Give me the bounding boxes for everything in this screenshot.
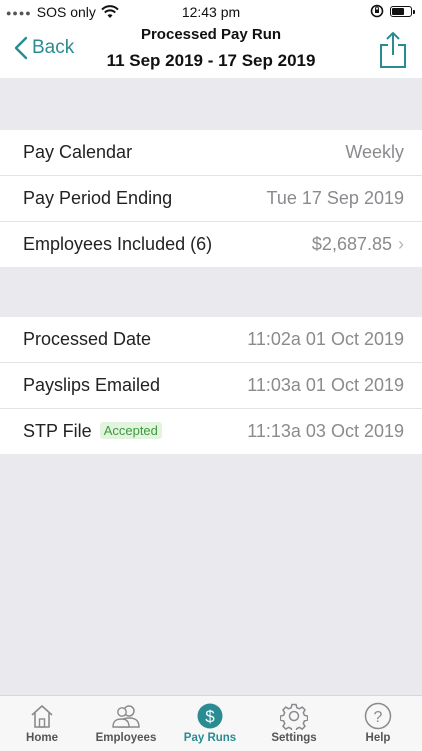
battery-icon (390, 5, 415, 17)
stp-file-row: STP File Accepted 11:13a 03 Oct 2019 (0, 409, 422, 454)
page-title: Processed Pay Run (140, 26, 282, 43)
employees-icon (112, 705, 140, 728)
tab-label: Help (365, 732, 391, 744)
row-value: 11:03a 01 Oct 2019 (247, 375, 404, 395)
row-label: Employees Included (6) (23, 234, 213, 254)
row-value: 11:02a 01 Oct 2019 (247, 329, 404, 349)
nav-bar: Back Processed Pay Run 11 Sep 2019 - 17 … (0, 24, 422, 78)
tab-label: Employees (95, 732, 157, 744)
clock: 12:43 pm (181, 4, 241, 20)
row-label: Processed Date (23, 329, 152, 349)
pay-period-ending-row: Pay Period Ending Tue 17 Sep 2019 (0, 176, 422, 222)
tab-home[interactable]: Home (0, 702, 84, 744)
tab-pay-runs[interactable]: $ Pay Runs (168, 702, 252, 744)
svg-text:$: $ (205, 707, 215, 726)
help-icon: ? (364, 702, 392, 730)
row-value-wrap: $2,687.85 › (312, 234, 404, 255)
row-label: Pay Period Ending (23, 188, 173, 208)
status-right (370, 4, 415, 18)
row-label: Pay Calendar (23, 142, 133, 162)
payslips-emailed-row: Payslips Emailed 11:03a 01 Oct 2019 (0, 363, 422, 409)
employees-included-row[interactable]: Employees Included (6) $2,687.85 › (0, 222, 422, 267)
processing-section: Processed Date 11:02a 01 Oct 2019 Paysli… (0, 317, 422, 454)
row-value: Weekly (345, 142, 404, 162)
tab-label: Settings (271, 732, 317, 744)
row-value: Tue 17 Sep 2019 (266, 188, 404, 208)
row-label-wrap: STP File Accepted (23, 421, 162, 442)
status-bar: ●●●● SOS only 12:43 pm (0, 0, 422, 24)
processed-date-row: Processed Date 11:02a 01 Oct 2019 (0, 317, 422, 363)
svg-text:?: ? (374, 709, 383, 726)
row-label: STP File (23, 421, 92, 441)
page-subtitle: 11 Sep 2019 - 17 Sep 2019 (106, 51, 316, 70)
chevron-right-icon: › (398, 234, 404, 254)
tab-label: Pay Runs (183, 732, 237, 744)
tab-help[interactable]: ? Help (336, 702, 420, 744)
tab-bar: Home Employees $ Pay Runs Settings ? Hel… (0, 695, 422, 751)
dollar-icon: $ (197, 703, 223, 729)
share-button[interactable] (378, 31, 408, 74)
row-label: Payslips Emailed (23, 375, 161, 395)
home-icon (31, 705, 53, 728)
tab-employees[interactable]: Employees (84, 702, 168, 744)
tab-label: Home (26, 732, 58, 744)
row-value: 11:13a 03 Oct 2019 (247, 421, 404, 441)
tab-settings[interactable]: Settings (252, 702, 336, 744)
gear-icon (280, 703, 308, 730)
share-icon (380, 32, 406, 68)
status-badge: Accepted (99, 422, 162, 439)
summary-section: Pay Calendar Weekly Pay Period Ending Tu… (0, 130, 422, 267)
orientation-lock-icon (370, 4, 384, 18)
pay-calendar-row: Pay Calendar Weekly (0, 130, 422, 176)
row-value: $2,687.85 (311, 234, 392, 254)
